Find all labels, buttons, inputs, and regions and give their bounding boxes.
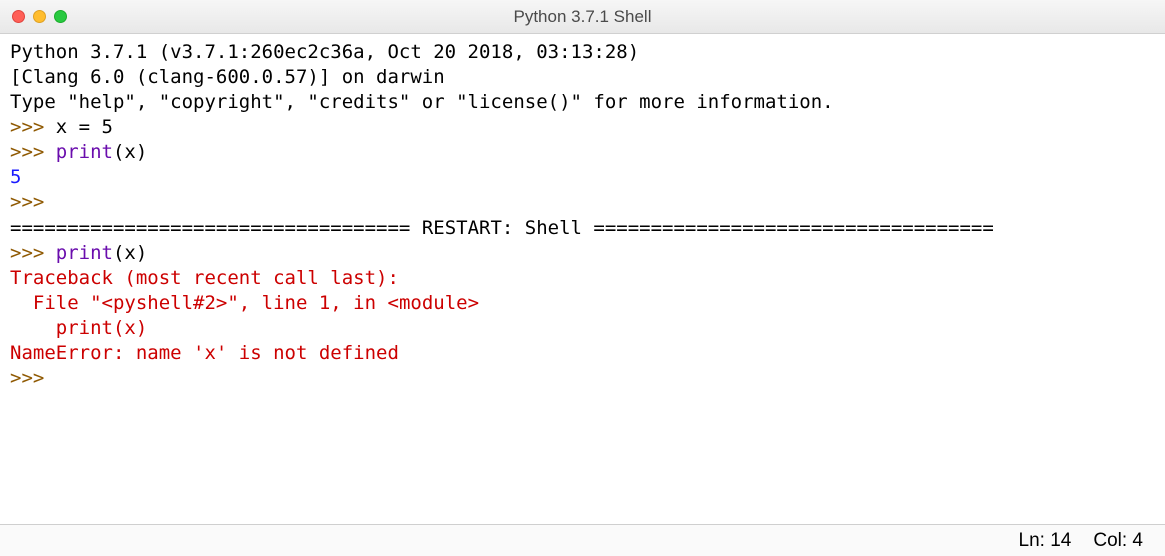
line-status: Ln: 14 xyxy=(1019,530,1072,552)
window-title: Python 3.7.1 Shell xyxy=(0,7,1165,27)
zoom-icon[interactable] xyxy=(54,10,67,23)
tb-file-mod: <module> xyxy=(388,292,480,314)
col-status: Col: 4 xyxy=(1093,530,1143,552)
minimize-icon[interactable] xyxy=(33,10,46,23)
prompt-empty: >>> xyxy=(10,366,1155,391)
divider-right: =================================== xyxy=(593,217,993,239)
banner-line: Type "help", "copyright", "credits" or "… xyxy=(10,90,1155,115)
close-icon[interactable] xyxy=(12,10,25,23)
traffic-lights xyxy=(12,10,67,23)
traceback-title: Traceback (most recent call last): xyxy=(10,266,1155,291)
prompt: >>> xyxy=(10,242,56,264)
restart-divider: =================================== REST… xyxy=(10,216,1155,241)
divider-left: =================================== xyxy=(10,217,410,239)
banner-line: Python 3.7.1 (v3.7.1:260ec2c36a, Oct 20 … xyxy=(10,40,1155,65)
input-rest: (x) xyxy=(113,141,147,163)
title-bar: Python 3.7.1 Shell xyxy=(0,0,1165,34)
input-fn: print xyxy=(56,242,113,264)
banner-line: [Clang 6.0 (clang-600.0.57)] on darwin xyxy=(10,65,1155,90)
prompt-empty: >>> xyxy=(10,190,1155,215)
tb-file-str: "<pyshell#2>" xyxy=(90,292,239,314)
shell-content[interactable]: Python 3.7.1 (v3.7.1:260ec2c36a, Oct 20 … xyxy=(0,34,1165,524)
prompt-line: >>> print(x) xyxy=(10,241,1155,266)
divider-label: RESTART: Shell xyxy=(410,217,593,239)
prompt-line: >>> print(x) xyxy=(10,140,1155,165)
tb-file-mid: , line 1, in xyxy=(239,292,388,314)
status-bar: Ln: 14 Col: 4 xyxy=(0,524,1165,556)
prompt-line: >>> x = 5 xyxy=(10,115,1155,140)
traceback-error: NameError: name 'x' is not defined xyxy=(10,341,1155,366)
output-line: 5 xyxy=(10,165,1155,190)
tb-file-pre: File xyxy=(10,292,90,314)
prompt: >>> xyxy=(10,116,56,138)
input-rest: (x) xyxy=(113,242,147,264)
traceback-file: File "<pyshell#2>", line 1, in <module> xyxy=(10,291,1155,316)
input-code: x = 5 xyxy=(56,116,113,138)
input-fn: print xyxy=(56,141,113,163)
traceback-code: print(x) xyxy=(10,316,1155,341)
prompt: >>> xyxy=(10,141,56,163)
